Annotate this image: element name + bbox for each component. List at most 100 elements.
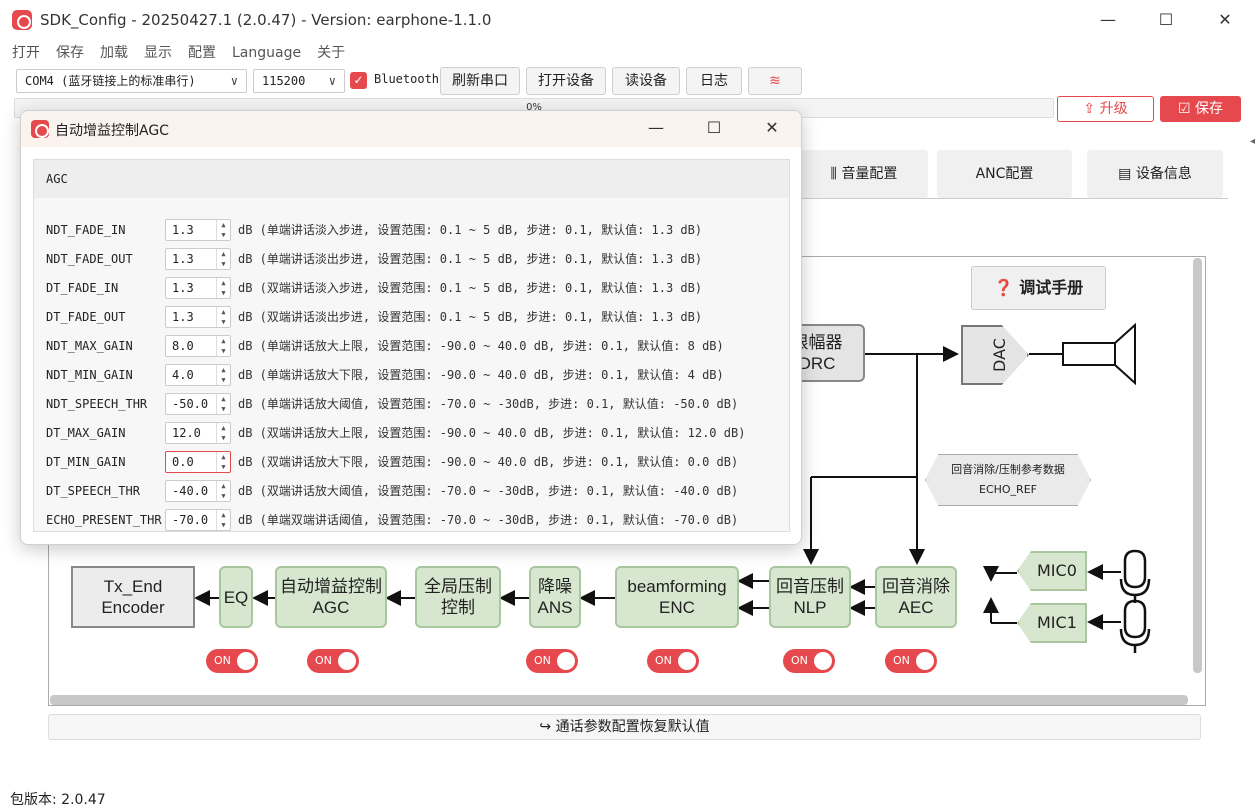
param-name: DT_FADE_IN xyxy=(46,281,119,295)
minimize-icon[interactable]: — xyxy=(633,116,679,142)
restore-defaults-button[interactable]: ↪ 通话参数配置恢复默认值 xyxy=(48,714,1201,740)
port-select[interactable]: COM4 (蓝牙链接上的标准串行) ∨ xyxy=(16,69,247,93)
param-spinbox[interactable]: 0.0 ▲ ▼ xyxy=(165,451,231,473)
port-select-value: COM4 (蓝牙链接上的标准串行) xyxy=(25,74,196,88)
enc-block[interactable]: beamforming ENC xyxy=(615,566,739,628)
spin-arrows-icon[interactable]: ▲ ▼ xyxy=(216,307,230,327)
param-spinbox[interactable]: -50.0 ▲ ▼ xyxy=(165,393,231,415)
param-value: 0.0 xyxy=(172,455,194,469)
param-row: NDT_FADE_IN 1.3 ▲ ▼ dB (单端讲话淡入步进, 设置范围: 0.1 … xyxy=(46,218,786,242)
param-value: 8.0 xyxy=(172,339,194,353)
tab-volume[interactable]: ⫼ 音量配置 xyxy=(800,150,928,198)
param-name: NDT_MAX_GAIN xyxy=(46,339,133,353)
tab-volume-label: 音量配置 xyxy=(841,166,898,182)
dialog-title: 自动增益控制AGC xyxy=(55,123,169,139)
tab-anc[interactable]: ANC配置 xyxy=(937,150,1072,198)
param-value: 1.3 xyxy=(172,310,194,324)
aec-block[interactable]: 回音消除 AEC xyxy=(875,566,957,628)
param-value: 1.3 xyxy=(172,223,194,237)
param-value: -40.0 xyxy=(172,484,209,498)
agc-block[interactable]: 自动增益控制 AGC xyxy=(275,566,387,628)
maximize-icon[interactable]: ☐ xyxy=(691,116,737,142)
param-row: DT_FADE_OUT 1.3 ▲ ▼ dB (双端讲话淡出步进, 设置范围: 0.1 … xyxy=(46,305,786,329)
upgrade-button[interactable]: ⇪ 升级 xyxy=(1057,96,1154,122)
agc-toggle[interactable]: ON xyxy=(307,649,359,673)
agc-group-header: AGC xyxy=(34,160,789,198)
title-bar: SDK_Config - 20250427.1 (2.0.47) - Versi… xyxy=(0,0,1259,40)
param-name: NDT_FADE_IN xyxy=(46,223,126,237)
chevron-down-icon: ∨ xyxy=(328,74,336,88)
param-spinbox[interactable]: -70.0 ▲ ▼ xyxy=(165,509,231,531)
param-row: DT_MIN_GAIN 0.0 ▲ ▼ dB (双端讲话放大下限, 设置范围: -90.… xyxy=(46,450,786,474)
aec-toggle[interactable]: ON xyxy=(885,649,937,673)
log-button[interactable]: 日志 xyxy=(686,67,742,95)
nlp-toggle[interactable]: ON xyxy=(783,649,835,673)
param-spinbox[interactable]: 1.3 ▲ ▼ xyxy=(165,248,231,270)
mic1-block[interactable]: MIC1 xyxy=(1017,603,1087,643)
horizontal-scrollbar[interactable] xyxy=(50,695,1188,705)
param-name: ECHO_PRESENT_THR xyxy=(46,513,162,527)
maximize-icon[interactable]: ☐ xyxy=(1143,8,1189,34)
spin-arrows-icon[interactable]: ▲ ▼ xyxy=(216,481,230,501)
read-device-button[interactable]: 读设备 xyxy=(612,67,680,95)
spin-arrows-icon[interactable]: ▲ ▼ xyxy=(216,278,230,298)
param-value: 1.3 xyxy=(172,252,194,266)
eq-toggle[interactable]: ON xyxy=(206,649,258,673)
menu-display[interactable]: 显示 xyxy=(144,40,172,66)
spin-arrows-icon[interactable]: ▲ ▼ xyxy=(216,423,230,443)
param-spinbox[interactable]: 1.3 ▲ ▼ xyxy=(165,306,231,328)
scroll-arrow-icon[interactable]: ◂ xyxy=(1250,136,1259,154)
tab-device-info[interactable]: ▤ 设备信息 xyxy=(1087,150,1223,198)
menu-bar: 打开 保存 加载 显示 配置 Language 关于 xyxy=(0,40,1259,66)
menu-open[interactable]: 打开 xyxy=(12,40,40,66)
agc-group: AGC NDT_FADE_IN 1.3 ▲ ▼ dB (单端讲话淡入步进, 设置范围: … xyxy=(33,159,790,532)
open-device-button[interactable]: 打开设备 xyxy=(526,67,606,95)
param-description: dB (单端讲话放大阈值, 设置范围: -70.0 ~ -30dB, 步进: 0… xyxy=(238,397,739,411)
spin-arrows-icon[interactable]: ▲ ▼ xyxy=(216,220,230,240)
restore-defaults-label: 通话参数配置恢复默认值 xyxy=(555,719,710,735)
tab-device-info-label: 设备信息 xyxy=(1135,166,1192,182)
menu-config[interactable]: 配置 xyxy=(188,40,216,66)
baud-select[interactable]: 115200 ∨ xyxy=(253,69,345,93)
debug-manual-button[interactable]: ❓ 调试手册 xyxy=(971,266,1106,310)
menu-about[interactable]: 关于 xyxy=(317,40,345,66)
tab-divider xyxy=(800,198,1228,199)
menu-language[interactable]: Language xyxy=(232,40,301,66)
ans-toggle[interactable]: ON xyxy=(526,649,578,673)
param-spinbox[interactable]: 1.3 ▲ ▼ xyxy=(165,277,231,299)
param-spinbox[interactable]: 1.3 ▲ ▼ xyxy=(165,219,231,241)
eq-block[interactable]: EQ xyxy=(219,566,253,628)
tx-end-encoder-block[interactable]: Tx_End Encoder xyxy=(71,566,195,628)
menu-save[interactable]: 保存 xyxy=(56,40,84,66)
spin-arrows-icon[interactable]: ▲ ▼ xyxy=(216,394,230,414)
refresh-port-button[interactable]: 刷新串口 xyxy=(440,67,520,95)
param-description: dB (双端讲话放大下限, 设置范围: -90.0 ~ 40.0 dB, 步进:… xyxy=(238,455,739,469)
param-name: NDT_MIN_GAIN xyxy=(46,368,133,382)
close-icon[interactable]: ✕ xyxy=(1202,8,1248,34)
extra-button[interactable]: ≋ xyxy=(748,67,802,95)
save-button[interactable]: ☑ 保存 xyxy=(1160,96,1241,122)
spin-arrows-icon[interactable]: ▲ ▼ xyxy=(216,336,230,356)
vertical-scrollbar[interactable] xyxy=(1193,258,1202,673)
spin-arrows-icon[interactable]: ▲ ▼ xyxy=(216,249,230,269)
param-spinbox[interactable]: -40.0 ▲ ▼ xyxy=(165,480,231,502)
spin-arrows-icon[interactable]: ▲ ▼ xyxy=(216,452,230,472)
enc-toggle[interactable]: ON xyxy=(647,649,699,673)
menu-load[interactable]: 加载 xyxy=(100,40,128,66)
minimize-icon[interactable]: — xyxy=(1085,8,1131,34)
spin-arrows-icon[interactable]: ▲ ▼ xyxy=(216,365,230,385)
chevron-down-icon: ∨ xyxy=(230,74,238,88)
global-suppress-block[interactable]: 全局压制 控制 xyxy=(415,566,501,628)
mic0-block[interactable]: MIC0 xyxy=(1017,551,1087,591)
param-spinbox[interactable]: 4.0 ▲ ▼ xyxy=(165,364,231,386)
spin-arrows-icon[interactable]: ▲ ▼ xyxy=(216,510,230,530)
param-description: dB (双端讲话淡出步进, 设置范围: 0.1 ~ 5 dB, 步进: 0.1,… xyxy=(238,310,703,324)
param-row: NDT_FADE_OUT 1.3 ▲ ▼ dB (单端讲话淡出步进, 设置范围: 0.1… xyxy=(46,247,786,271)
nlp-block[interactable]: 回音压制 NLP xyxy=(769,566,851,628)
bluetooth-checkbox[interactable]: ✓ xyxy=(350,72,367,89)
param-description: dB (单端讲话放大上限, 设置范围: -90.0 ~ 40.0 dB, 步进:… xyxy=(238,339,724,353)
close-icon[interactable]: ✕ xyxy=(749,116,795,142)
param-spinbox[interactable]: 12.0 ▲ ▼ xyxy=(165,422,231,444)
param-spinbox[interactable]: 8.0 ▲ ▼ xyxy=(165,335,231,357)
ans-block[interactable]: 降噪 ANS xyxy=(529,566,581,628)
